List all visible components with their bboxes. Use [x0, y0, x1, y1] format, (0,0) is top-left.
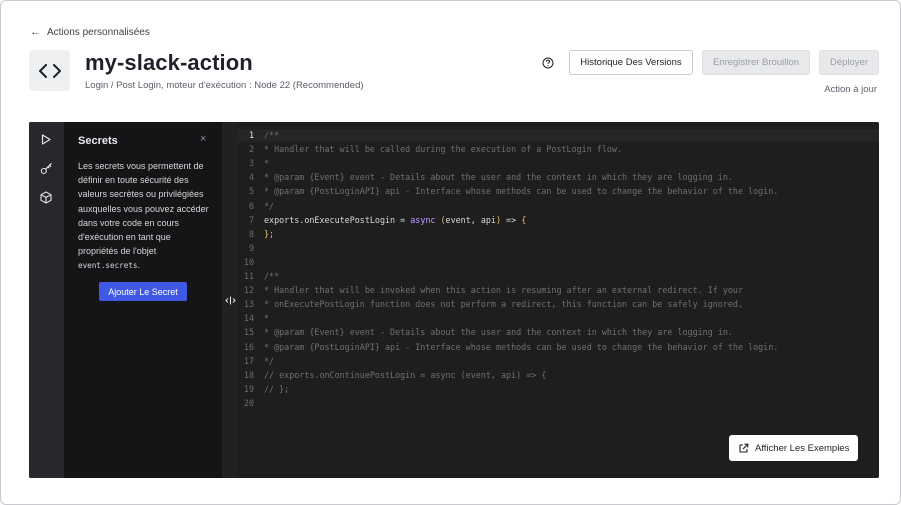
line-number: 3 — [248, 158, 254, 169]
code-line: 3 * — [238, 156, 879, 170]
line-number: 16 — [243, 341, 254, 352]
line-number: 4 — [248, 172, 254, 183]
code-text: /** — [264, 130, 280, 140]
code-text: * @param {Event} event - Details about t… — [264, 172, 733, 183]
code-line: 20 — [238, 396, 879, 410]
code-text: /** — [264, 271, 280, 281]
show-examples-button[interactable]: Afficher Les Exemples — [729, 435, 858, 461]
version-history-button[interactable]: Historique Des Versions — [569, 50, 693, 75]
line-number: 7 — [248, 214, 254, 225]
code-line: 6 */ — [238, 199, 879, 213]
line-number: 12 — [243, 285, 254, 296]
line-number: 6 — [248, 200, 254, 211]
add-secret-button[interactable]: Ajouter Le Secret — [99, 282, 187, 301]
code-text: exports.onExecutePostLogin = async (even… — [264, 214, 527, 225]
line-number: 5 — [248, 186, 254, 197]
line-number: 19 — [243, 383, 254, 394]
code-line: 10 — [238, 255, 879, 269]
line-number: 9 — [248, 242, 254, 253]
page-subtitle: Login / Post Login, moteur d'exécution :… — [85, 80, 364, 91]
code-text: * @param {Event} event - Details about t… — [264, 327, 733, 338]
save-draft-button[interactable]: Enregistrer Brouillon — [702, 50, 810, 75]
line-number: 11 — [243, 271, 254, 281]
code-brackets-icon — [29, 50, 70, 91]
page-title: my-slack-action — [85, 50, 253, 75]
line-number: 15 — [243, 327, 254, 338]
line-number: 14 — [243, 313, 254, 324]
code-text: // exports.onContinuePostLogin = async (… — [264, 369, 547, 380]
code-text: * @param {PostLoginAPI} api - Interface … — [264, 341, 779, 352]
editor-side-rail — [29, 122, 64, 478]
code-text: }; — [264, 228, 275, 239]
code-line: 8}; — [238, 227, 879, 241]
code-line: 7 exports.onExecutePostLogin = async (eve… — [238, 213, 879, 227]
code-text: * Handler that will be called during the… — [264, 144, 622, 155]
code-line: 13 * onExecutePostLogin function does not… — [238, 297, 879, 311]
code-text: * Handler that will be invoked when this… — [264, 285, 744, 296]
line-number: 1 — [248, 130, 254, 140]
line-number: 13 — [243, 299, 254, 310]
show-examples-label: Afficher Les Exemples — [755, 442, 850, 454]
package-icon[interactable] — [39, 190, 53, 204]
question-circle-icon[interactable] — [542, 57, 554, 69]
code-text: * — [264, 158, 270, 169]
code-line: 15 * @param {Event} event - Details about… — [238, 325, 879, 339]
code-text: * @param {PostLoginAPI} api - Interface … — [264, 186, 779, 197]
code-line: 9 — [238, 241, 879, 255]
code-line: 1 /** — [238, 128, 879, 142]
back-link[interactable]: ← Actions personnalisées — [30, 26, 150, 38]
external-link-icon — [738, 443, 749, 454]
code-line: 2 * Handler that will be called during th… — [238, 142, 879, 156]
code-line: 12 * Handler that will be invoked when th… — [238, 283, 879, 297]
code-text: */ — [264, 355, 275, 366]
code-editor[interactable]: 1 /** 2 * Handler that will be called durin… — [238, 122, 879, 478]
secrets-description-end: . — [137, 260, 140, 271]
secrets-description: Les secrets vous permettent de définir e… — [78, 159, 210, 274]
code-text: * onExecutePostLogin function does not p… — [264, 299, 744, 310]
resize-handle-icon[interactable] — [224, 294, 236, 306]
play-icon[interactable] — [39, 132, 53, 146]
secrets-code-ref: event.secrets — [78, 261, 138, 271]
code-line: 17 */ — [238, 354, 879, 368]
line-number: 20 — [243, 397, 254, 408]
key-icon[interactable] — [39, 161, 53, 175]
code-text: */ — [264, 200, 275, 211]
code-line: 16 * @param {PostLoginAPI} api - Interfac… — [238, 340, 879, 354]
deploy-button[interactable]: Déployer — [819, 50, 879, 75]
code-text: * — [264, 313, 270, 324]
line-number: 18 — [243, 369, 254, 380]
close-icon[interactable]: × — [200, 133, 206, 145]
editor-workspace: Secrets × Les secrets vous permettent de… — [29, 122, 879, 478]
code-text: // }; — [264, 383, 290, 394]
code-line: 19 // }; — [238, 382, 879, 396]
code-line: 11 /** — [238, 269, 879, 283]
line-number: 10 — [243, 256, 254, 267]
secrets-description-text: Les secrets vous permettent de définir e… — [78, 161, 209, 257]
code-line: 4 * @param {Event} event - Details about … — [238, 170, 879, 184]
back-link-label: Actions personnalisées — [47, 26, 150, 38]
secrets-title: Secrets — [78, 135, 118, 147]
code-line: 18 // exports.onContinuePostLogin = async… — [238, 368, 879, 382]
app-window: ← Actions personnalisées my-slack-action… — [0, 0, 901, 505]
secrets-panel: Secrets × Les secrets vous permettent de… — [64, 122, 222, 478]
line-number: 2 — [248, 144, 254, 155]
line-number: 17 — [243, 355, 254, 366]
line-number: 8 — [248, 228, 254, 239]
status-text: Action à jour — [824, 84, 877, 95]
code-line: 5 * @param {PostLoginAPI} api - Interface… — [238, 184, 879, 198]
arrow-left-icon: ← — [30, 26, 41, 38]
code-line: 14 * — [238, 311, 879, 325]
